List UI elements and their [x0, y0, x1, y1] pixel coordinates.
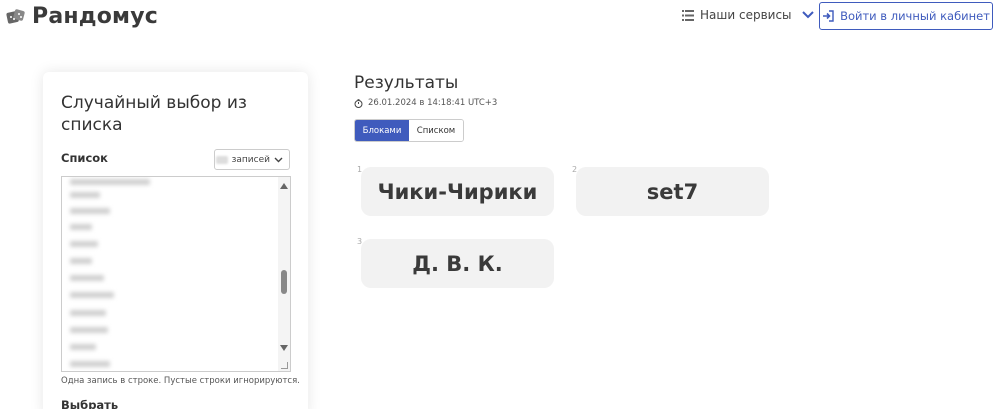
blurred-entry [70, 192, 100, 198]
login-button[interactable]: Войти в личный кабинет [819, 2, 993, 30]
result-block: Чики-Чирики [361, 167, 554, 216]
scroll-down-arrow[interactable] [280, 345, 288, 351]
timestamp-text: 26.01.2024 в 14:18:41 UTC+3 [368, 98, 498, 108]
result-block: set7 [576, 167, 769, 216]
view-list-button[interactable]: Списком [409, 120, 463, 141]
blurred-entry [70, 224, 92, 230]
stopwatch-icon [354, 98, 363, 108]
chevron-down-icon [274, 157, 283, 162]
scroll-up-arrow[interactable] [280, 183, 288, 189]
list-textarea[interactable] [61, 176, 291, 372]
list-icon [682, 9, 694, 21]
result-block: Д. В. К. [361, 239, 554, 288]
list-hint: Одна запись в строке. Пустые строки игно… [61, 376, 300, 386]
blurred-entry [70, 310, 106, 316]
blurred-entry [70, 344, 96, 350]
services-label: Наши сервисы [700, 8, 792, 22]
results-timestamp: 26.01.2024 в 14:18:41 UTC+3 [354, 98, 497, 108]
records-count-select[interactable]: записей [214, 149, 290, 170]
blurred-entry [70, 241, 98, 247]
dice-icon [6, 8, 25, 24]
records-count-value [215, 155, 228, 164]
blurred-entry [70, 258, 92, 264]
view-blocks-button[interactable]: Блоками [355, 120, 409, 141]
view-toggle: Блоками Списком [354, 119, 464, 142]
resize-handle[interactable] [281, 362, 288, 369]
textarea-scrollbar[interactable] [278, 177, 290, 371]
blurred-entry [70, 327, 108, 333]
random-pick-card: Случайный выбор из списка Список записей… [43, 72, 308, 409]
blurred-entry [70, 208, 110, 214]
login-label: Войти в личный кабинет [840, 9, 990, 23]
blurred-entry [70, 361, 110, 367]
blurred-entry [70, 179, 150, 185]
blurred-entry [70, 275, 104, 281]
records-label: записей [231, 154, 270, 165]
logo[interactable]: Рандомус [6, 4, 158, 29]
chevron-down-icon [801, 11, 814, 19]
blurred-entry [70, 292, 114, 298]
card-title: Случайный выбор из списка [61, 93, 247, 135]
sign-in-icon [823, 10, 834, 22]
scroll-thumb[interactable] [281, 270, 287, 294]
list-label: Список [61, 151, 108, 165]
results-title: Результаты [354, 73, 459, 93]
pick-label: Выбрать [61, 398, 119, 409]
services-menu[interactable]: Наши сервисы [682, 8, 814, 22]
logo-text: Рандомус [32, 4, 159, 29]
